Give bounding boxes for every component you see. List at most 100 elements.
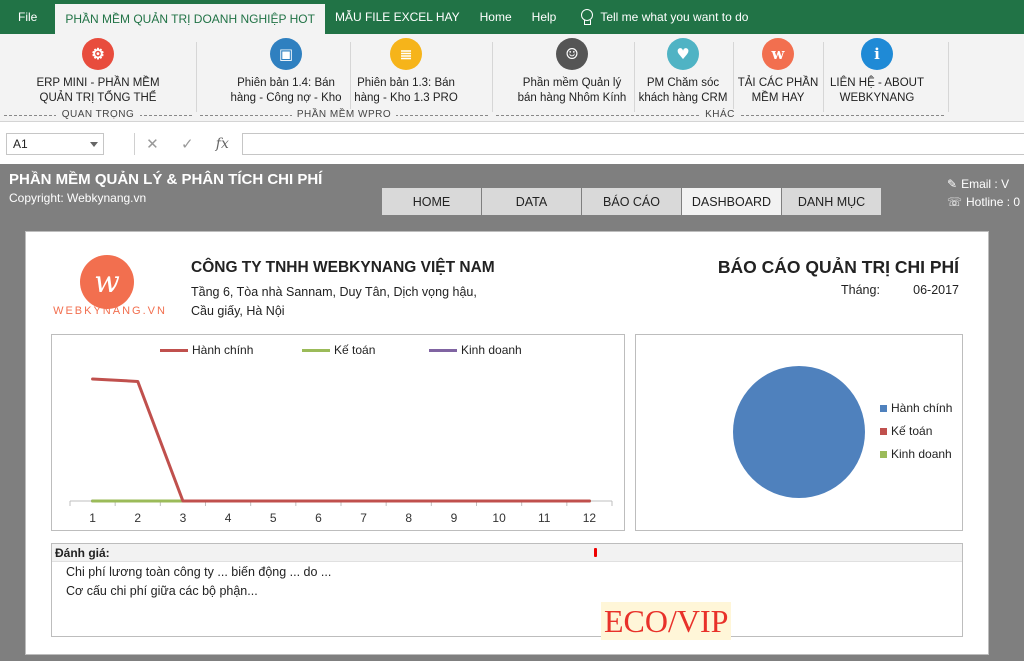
glass-label-2: bán hàng Nhôm Kính [517, 92, 627, 104]
pie-legend-kinh-doanh: Kinh doanh [880, 447, 952, 461]
contact-label-2: WEBKYNANG [839, 92, 915, 104]
lightbulb-icon [580, 9, 594, 25]
x-tick-label: 2 [134, 511, 141, 525]
x-tick-label: 9 [451, 511, 458, 525]
v14-label-2: hàng - Công nợ - Kho [230, 92, 342, 104]
enter-icon[interactable]: ✓ [181, 135, 194, 153]
webkynang-logo-icon: w [762, 38, 794, 70]
crm-glyph: ♥ [676, 44, 690, 63]
nav-tab-report[interactable]: BÁO CÁO [582, 188, 681, 215]
pie-chart-panel[interactable]: Hành chính Kế toán Kinh doanh [635, 334, 963, 531]
legend-square-swatch [880, 404, 887, 412]
nav-tab-data[interactable]: DATA [482, 188, 581, 215]
download-label-1: TẢI CÁC PHẦN [737, 77, 819, 89]
sales-monitor-glyph: ▣ [278, 44, 294, 63]
v13-label-1: Phiên bản 1.3: Bán [357, 77, 455, 89]
glass-aluminium-sales-button[interactable]: ☺ Phần mềm Quản lý bán hàng Nhôm Kính [510, 38, 634, 106]
pen-icon: ✎ [947, 177, 958, 191]
evaluation-line-2: Cơ cấu chi phí giữa các bộ phận... [66, 584, 258, 598]
version-1-4-button[interactable]: ▣ Phiên bản 1.4: Bán hàng - Công nợ - Kh… [222, 38, 350, 106]
x-tick-label: 8 [405, 511, 412, 525]
logo-text: WEBKYNANG.VN [53, 305, 167, 317]
x-tick-label: 4 [225, 511, 232, 525]
formula-actions: ✕ ✓ fx [134, 133, 240, 155]
x-tick-label: 7 [360, 511, 367, 525]
chevron-down-icon[interactable] [90, 142, 98, 147]
insert-function-icon[interactable]: fx [216, 136, 229, 152]
eco-vip-stamp: ECO/VIP [601, 602, 732, 640]
line-chart: 1 2 3 4 5 6 7 8 9 10 11 12 [69, 377, 613, 525]
app-title: PHẦN MỀM QUẢN LÝ & PHÂN TÍCH CHI PHÍ [9, 171, 323, 188]
crm-label-2: khách hàng CRM [638, 92, 728, 104]
tab-excel-templates[interactable]: MẪU FILE EXCEL HAY [325, 0, 470, 34]
month-label: Tháng: [841, 283, 880, 297]
tell-me-text: Tell me what you want to do [600, 10, 749, 24]
version-1-3-button[interactable]: ≣ Phiên bản 1.3: Bán hàng - Kho 1.3 PRO [350, 38, 462, 106]
clipboard-glyph: ≣ [399, 44, 413, 63]
legend-square-swatch [880, 427, 887, 435]
pie-legend-label: Kinh doanh [891, 447, 952, 461]
cancel-icon[interactable]: ✕ [146, 135, 159, 153]
formula-bar: A1 ✕ ✓ fx [0, 122, 1024, 164]
company-address: Tầng 6, Tòa nhà Sannam, Duy Tân, Dịch vọ… [191, 283, 511, 321]
pie-legend-label: Kế toán [891, 424, 933, 438]
crm-button[interactable]: ♥ PM Chăm sóc khách hàng CRM [634, 38, 732, 106]
crm-label-1: PM Chăm sóc [646, 77, 720, 89]
ribbon-tab-bar: File PHẦN MỀM QUẢN TRỊ DOANH NGHIỆP HOT … [0, 0, 1024, 34]
tell-me-search[interactable]: Tell me what you want to do [566, 9, 748, 25]
red-marker [594, 548, 597, 557]
about-us-glyph: i [874, 44, 880, 63]
x-tick-label: 10 [492, 511, 506, 525]
name-box[interactable]: A1 [6, 133, 104, 155]
phone-icon: ☏ [947, 195, 963, 209]
clipboard-icon: ≣ [390, 38, 422, 70]
evaluation-line-1: Chi phí lương toàn công ty ... biến động… [66, 565, 332, 579]
nav-tab-categories[interactable]: DANH MỤC [782, 188, 881, 215]
v13-label-2: hàng - Kho 1.3 PRO [354, 92, 458, 104]
consultant-glyph: ☺ [565, 44, 579, 63]
pie-slice [733, 366, 865, 498]
nav-tab-home[interactable]: HOME [382, 188, 481, 215]
legend-square-swatch [880, 450, 887, 458]
line-chart-panel[interactable]: Hành chính Kế toán Kinh doanh 1234567891… [51, 334, 625, 531]
tab-help[interactable]: Help [522, 0, 567, 34]
x-tick-label: 5 [270, 511, 277, 525]
webkynang-logo-icon: w [80, 255, 134, 309]
download-software-button[interactable]: w TẢI CÁC PHẦN MỀM HAY [733, 38, 823, 106]
group-label-important: QUAN TRỌNG [56, 109, 140, 120]
contact-label-1: LIÊN HỆ - ABOUT [830, 77, 924, 89]
erp-label-2: QUẢN TRỊ TỔNG THỂ [39, 92, 157, 104]
group-label-wpro: PHẦN MỀM WPRO [292, 109, 396, 120]
download-label-2: MỀM HAY [751, 92, 805, 104]
tab-main-software[interactable]: PHẦN MỀM QUẢN TRỊ DOANH NGHIỆP HOT [55, 4, 325, 34]
about-us-icon: i [861, 38, 893, 70]
erp-mini-button[interactable]: ⚙ ERP MINI - PHẦN MỀM QUẢN TRỊ TỔNG THỂ [24, 38, 172, 106]
ribbon-separator [948, 42, 949, 112]
nav-tab-dashboard[interactable]: DASHBOARD [682, 188, 781, 215]
series-line [91, 377, 591, 503]
x-tick-label: 11 [538, 511, 551, 525]
ribbon-separator [492, 42, 493, 112]
address-line-2: Cầu giấy, Hà Nội [191, 304, 285, 318]
evaluation-box[interactable]: Đánh giá: Chi phí lương toàn công ty ...… [51, 543, 963, 640]
company-name: CÔNG TY TNHH WEBKYNANG VIỆT NAM [191, 259, 495, 276]
evaluation-heading: Đánh giá: [52, 544, 962, 562]
copyright-text: Copyright: Webkynang.vn [9, 191, 147, 205]
ribbon-separator [823, 42, 824, 112]
formula-input[interactable] [242, 133, 1024, 155]
tab-home[interactable]: Home [470, 0, 522, 34]
cell-reference: A1 [13, 137, 28, 151]
erp-icon-glyph: ⚙ [91, 44, 105, 63]
erp-icon: ⚙ [82, 38, 114, 70]
sales-monitor-icon: ▣ [270, 38, 302, 70]
address-line-1: Tầng 6, Tòa nhà Sannam, Duy Tân, Dịch vọ… [191, 285, 477, 299]
month-value: 06-2017 [913, 283, 959, 297]
report-sheet: w WEBKYNANG.VN CÔNG TY TNHH WEBKYNANG VI… [25, 231, 989, 655]
erp-label-1: ERP MINI - PHẦN MỀM [36, 77, 160, 89]
crm-icon: ♥ [667, 38, 699, 70]
tab-file[interactable]: File [0, 0, 55, 34]
contact-hotline: ☏ Hotline : 0 [947, 195, 1020, 209]
contact-about-button[interactable]: i LIÊN HỆ - ABOUT WEBKYNANG [826, 38, 928, 106]
v14-label-1: Phiên bản 1.4: Bán [237, 77, 335, 89]
x-tick-label: 12 [583, 511, 597, 525]
